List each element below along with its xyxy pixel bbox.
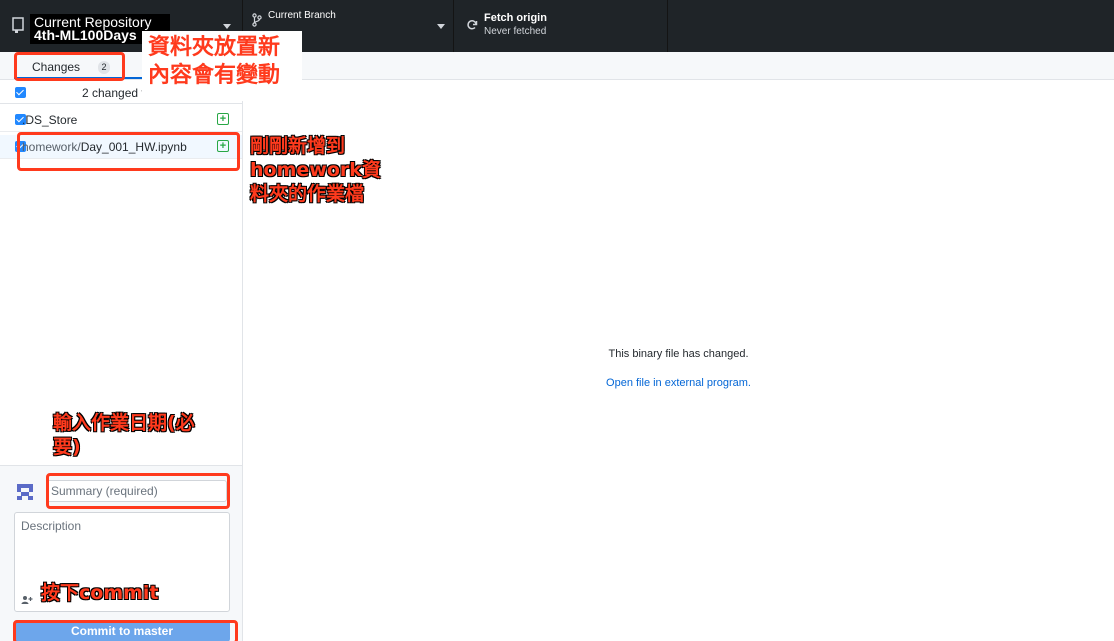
annotation-commit-note: 按下commit (41, 582, 159, 604)
file-basename: .DS_Store (22, 113, 78, 127)
file-row[interactable]: .DS_Store + (0, 108, 242, 132)
description-input[interactable] (15, 513, 229, 583)
fetch-label: Fetch origin (484, 12, 547, 24)
annotation-box-summary (46, 473, 230, 509)
branch-icon (252, 13, 262, 30)
fetch-origin-button[interactable]: Fetch origin Never fetched (454, 0, 668, 52)
annotation-file-note: 剛剛新增到homework資料夾的作業檔 (250, 135, 381, 205)
annotation-folder-note: 資料夾放置新內容會有變動 (148, 35, 281, 88)
file-name: .DS_Store (22, 113, 77, 127)
select-all-checkbox[interactable] (15, 87, 26, 98)
avatar (15, 482, 35, 502)
sync-icon (466, 19, 478, 34)
file-added-icon: + (217, 113, 229, 125)
fetch-status: Never fetched (484, 26, 547, 37)
annotation-box-file (17, 132, 240, 171)
annotation-box-commit (13, 620, 238, 641)
add-coauthor-icon[interactable] (21, 595, 33, 607)
annotation-box-tab (14, 52, 125, 81)
chevron-down-icon (437, 24, 445, 29)
open-external-link[interactable]: Open file in external program. (243, 377, 1114, 389)
annotation-summary-note: 輸入作業日期(必要) (53, 412, 195, 458)
binary-file-message: This binary file has changed. (608, 348, 749, 360)
repo-name: 4th-ML100Days (34, 27, 137, 43)
repo-icon (12, 17, 24, 36)
branch-label: Current Branch (268, 10, 336, 21)
chevron-down-icon (223, 24, 231, 29)
